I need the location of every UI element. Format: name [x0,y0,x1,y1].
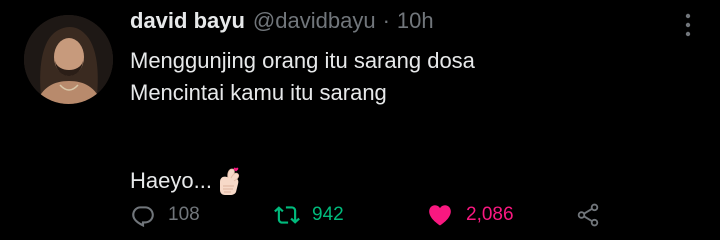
retweet-button[interactable]: 942 [274,200,344,230]
reply-button[interactable]: 108 [130,200,200,230]
separator-dot: · [382,8,390,33]
tweet-closing-text: Haeyo... [130,168,212,193]
retweet-icon [274,206,300,224]
avatar-image [24,15,113,104]
reply-icon [132,206,154,228]
like-count: 2,086 [466,204,514,225]
tweet-actions: 108 942 2,086 [130,200,610,230]
tweet: david bayu @davidbayu · 10h Menggunjing … [0,0,720,240]
like-button[interactable]: 2,086 [426,200,514,230]
timestamp[interactable]: 10h [397,8,434,34]
more-vertical-icon[interactable] [684,12,692,38]
share-icon [577,203,599,227]
share-button[interactable] [575,200,601,230]
reply-count: 108 [168,204,200,225]
finger-heart-hand-emoji [214,166,244,196]
tweet-text-line: Mencintai kamu itu sarang [130,80,387,105]
display-name[interactable]: david bayu [130,8,245,34]
tweet-text-line: Haeyo... [130,165,475,197]
user-handle[interactable]: @davidbayu [253,8,376,34]
retweet-count: 942 [312,204,344,225]
tweet-text-line: Menggunjing orang itu sarang dosa [130,48,475,73]
heart-icon [429,205,451,226]
avatar[interactable] [24,15,113,104]
tweet-text: Menggunjing orang itu sarang dosa Mencin… [130,45,475,197]
tweet-header: david bayu @davidbayu · 10h [130,6,434,36]
